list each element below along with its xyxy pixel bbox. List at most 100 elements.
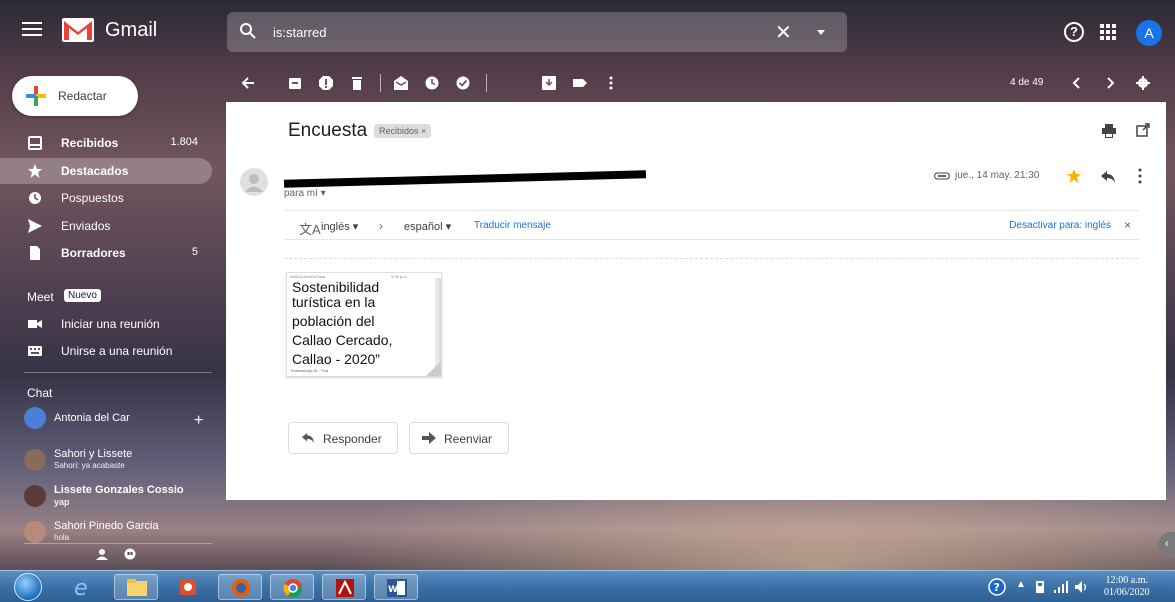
chat-snippet: hola [54, 533, 70, 542]
snooze-clock-icon[interactable] [425, 76, 439, 90]
source-language-select[interactable]: inglés ▾ [321, 220, 358, 233]
clear-search-icon[interactable]: ✕ [775, 20, 792, 45]
open-new-window-icon[interactable] [1136, 123, 1150, 137]
image-attachment-thumbnail[interactable]: YoMeQuedoEnCasa 9:39 p.m. Sostenibilidad… [286, 272, 442, 377]
account-avatar[interactable]: A [1136, 20, 1162, 46]
recipient-summary[interactable]: para mí ▾ [284, 188, 326, 199]
message-toolbar: 4 de 49 [226, 64, 1166, 102]
translate-icon: 文A [299, 222, 321, 237]
attachment-text-line: turística en la [292, 294, 376, 310]
reply-icon [302, 432, 314, 444]
sidebar-item-enviados[interactable]: Enviados [0, 213, 212, 239]
help-tray-icon[interactable]: ? [988, 578, 1006, 596]
system-clock[interactable]: 12:00 a.m. 01/06/2020 [1104, 575, 1150, 599]
attachment-text-line: población del [292, 313, 375, 329]
user-avatar-icon [24, 407, 46, 429]
chat-item[interactable]: Lissete Gonzales Cossio yap [0, 482, 212, 512]
hangouts-icon[interactable] [124, 548, 136, 560]
clock-date: 01/06/2020 [1104, 587, 1150, 598]
sidebar-item-destacados[interactable]: Destacados [0, 158, 212, 184]
target-language-select[interactable]: español ▾ [404, 220, 451, 233]
chat-contact-name: Lissete Gonzales Cossio [54, 484, 184, 496]
move-to-icon[interactable] [542, 76, 556, 90]
translate-message-link[interactable]: Traducir mensaje [474, 220, 551, 231]
inbox-label-chip[interactable]: Recibidos × [374, 124, 432, 138]
attachment-status-time: 9:39 p.m. [391, 274, 408, 279]
chat-self-name: Antonia del Car [54, 412, 130, 424]
search-bar[interactable]: ✕ [227, 12, 847, 52]
settings-gear-icon[interactable] [1136, 76, 1150, 90]
disable-translation-link[interactable]: Desactivar para: inglés [1009, 220, 1111, 231]
meet-join-item[interactable]: Unirse a una reunión [0, 338, 212, 364]
compose-button[interactable]: Redactar [12, 76, 138, 116]
volume-icon[interactable] [1074, 580, 1088, 594]
sidebar-item-pospuestos[interactable]: Pospuestos [0, 185, 212, 211]
older-chevron-icon[interactable] [1103, 76, 1117, 90]
contacts-icon[interactable] [96, 548, 108, 560]
search-options-icon[interactable] [817, 30, 825, 35]
print-icon[interactable] [1102, 124, 1116, 138]
word-icon[interactable]: W [374, 574, 418, 600]
newer-chevron-icon[interactable] [1070, 76, 1084, 90]
report-spam-icon[interactable] [319, 76, 333, 90]
trash-icon[interactable] [350, 76, 364, 90]
windows-taskbar: e W ? ▲ 12:00 a.m. 01/06/2020 [0, 570, 1175, 602]
chat-item[interactable]: Sahori y Lissete Sahori: ya acabaste [0, 446, 212, 476]
office-app-icon[interactable] [166, 574, 210, 600]
internet-explorer-icon[interactable]: e [60, 574, 104, 601]
tray-expand-icon[interactable]: ▲ [1016, 579, 1026, 590]
redaction-bar [283, 170, 647, 188]
sidebar-item-recibidos[interactable]: Recibidos 1.804 [0, 130, 212, 156]
attachment-text-line: Callao Cercado, [292, 332, 393, 348]
apps-grid-icon[interactable] [1100, 24, 1116, 40]
network-signal-icon[interactable] [1054, 581, 1068, 593]
forward-button[interactable]: Reenviar [409, 422, 509, 454]
send-icon [28, 219, 42, 233]
reply-icon[interactable] [1100, 170, 1116, 184]
gmail-logo-icon[interactable] [62, 18, 94, 42]
svg-text:?: ? [994, 581, 1000, 594]
more-vert-icon[interactable] [604, 76, 618, 90]
chat-self-item[interactable]: Antonia del Car [0, 404, 212, 434]
more-vert-icon[interactable] [1138, 168, 1142, 184]
windows-start-icon[interactable] [14, 573, 42, 601]
sidebar-item-label: Borradores [61, 246, 126, 260]
search-icon[interactable] [239, 22, 257, 40]
sidebar-divider [24, 543, 212, 544]
chrome-icon[interactable] [270, 574, 314, 600]
keyboard-icon [28, 346, 42, 356]
search-input[interactable] [273, 22, 753, 42]
main-menu-icon[interactable] [22, 22, 42, 38]
chevron-right-icon: › [379, 219, 383, 233]
mark-unread-icon[interactable] [394, 76, 408, 90]
meet-section-title: Meet [27, 290, 54, 304]
sidebar-item-borradores[interactable]: Borradores 5 [0, 240, 212, 266]
meet-start-item[interactable]: Iniciar una reunión [0, 311, 212, 337]
close-icon[interactable]: × [1124, 218, 1131, 232]
file-explorer-icon[interactable] [114, 574, 158, 600]
add-chat-icon[interactable]: + [194, 412, 203, 430]
toolbar-separator [380, 74, 381, 92]
reply-button-label: Responder [323, 432, 382, 446]
plus-icon [26, 86, 46, 106]
device-tray-icon[interactable] [1034, 580, 1046, 594]
video-icon [28, 320, 42, 328]
draft-icon [30, 246, 40, 260]
translate-bar: 文A inglés ▾ › español ▾ Traducir mensaje… [284, 210, 1139, 240]
pagination-text: 4 de 49 [1010, 77, 1044, 88]
chat-snippet: yap [54, 497, 70, 507]
adobe-reader-icon[interactable] [322, 574, 366, 600]
clock-time: 12:00 a.m. [1105, 575, 1149, 586]
unread-count: 1.804 [170, 136, 198, 148]
back-arrow-icon[interactable] [241, 76, 255, 90]
reply-button[interactable]: Responder [288, 422, 398, 454]
sidebar-item-label: Enviados [61, 219, 111, 233]
help-icon[interactable]: ? [1064, 22, 1084, 42]
archive-icon[interactable] [288, 76, 302, 90]
firefox-icon[interactable] [218, 574, 262, 600]
label-icon[interactable] [573, 76, 587, 90]
add-task-icon[interactable] [456, 76, 470, 90]
attachment-footer-text: Estimado(a) Sr. / Sra. [291, 368, 330, 373]
message-panel: Encuesta Recibidos × para mí ▾ jue., 14 … [226, 102, 1166, 500]
star-icon[interactable] [1067, 169, 1081, 183]
